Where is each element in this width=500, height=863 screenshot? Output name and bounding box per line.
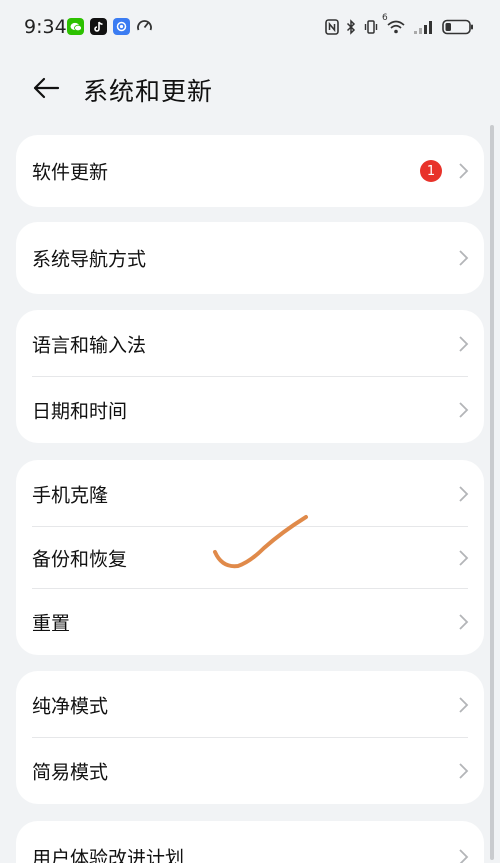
chevron-right-icon (459, 550, 469, 566)
update-count-badge: 1 (420, 160, 442, 182)
settings-item-user-experience[interactable]: 用户体验改进计划 (16, 821, 484, 863)
settings-item-phone-clone[interactable]: 手机克隆 (16, 460, 484, 527)
settings-item-label: 简易模式 (32, 761, 109, 784)
settings-item-label: 语言和输入法 (32, 334, 147, 356)
settings-item-simple-mode[interactable]: 简易模式 (16, 738, 484, 804)
settings-item-system-navigation[interactable]: 系统导航方式 (16, 222, 484, 294)
settings-item-label: 纯净模式 (32, 695, 109, 717)
section-modes: 纯净模式 简易模式 (16, 671, 484, 804)
scrollbar[interactable] (490, 125, 494, 860)
chevron-right-icon (459, 614, 469, 630)
settings-list: 软件更新 1 系统导航方式 语言和输入法 日期和时间 手机克隆 备份和恢复 重置… (0, 0, 500, 863)
chevron-right-icon (459, 402, 469, 418)
settings-item-reset[interactable]: 重置 (16, 589, 484, 655)
chevron-right-icon (459, 250, 469, 266)
settings-item-label: 软件更新 (32, 161, 109, 184)
section-software-update: 软件更新 1 (16, 135, 484, 207)
section-user-experience: 用户体验改进计划 (16, 821, 484, 863)
chevron-right-icon (459, 763, 469, 779)
section-backup-reset: 手机克隆 备份和恢复 重置 (16, 460, 484, 655)
settings-item-label: 备份和恢复 (32, 548, 128, 571)
chevron-right-icon (459, 485, 469, 502)
settings-item-backup-restore[interactable]: 备份和恢复 (16, 527, 484, 589)
settings-item-software-update[interactable]: 软件更新 1 (16, 135, 484, 207)
settings-item-label: 日期和时间 (32, 400, 128, 423)
settings-item-pure-mode[interactable]: 纯净模式 (16, 671, 484, 738)
settings-item-label: 用户体验改进计划 (32, 847, 185, 863)
chevron-right-icon (459, 849, 469, 863)
chevron-right-icon (459, 696, 469, 713)
settings-item-label: 重置 (32, 612, 71, 635)
settings-item-language-input[interactable]: 语言和输入法 (16, 310, 484, 377)
chevron-right-icon (459, 163, 469, 179)
section-navigation: 系统导航方式 (16, 222, 484, 294)
settings-item-label: 系统导航方式 (32, 248, 147, 271)
settings-item-label: 手机克隆 (32, 484, 109, 506)
section-language-time: 语言和输入法 日期和时间 (16, 310, 484, 443)
chevron-right-icon (459, 335, 469, 352)
settings-item-date-time[interactable]: 日期和时间 (16, 377, 484, 443)
